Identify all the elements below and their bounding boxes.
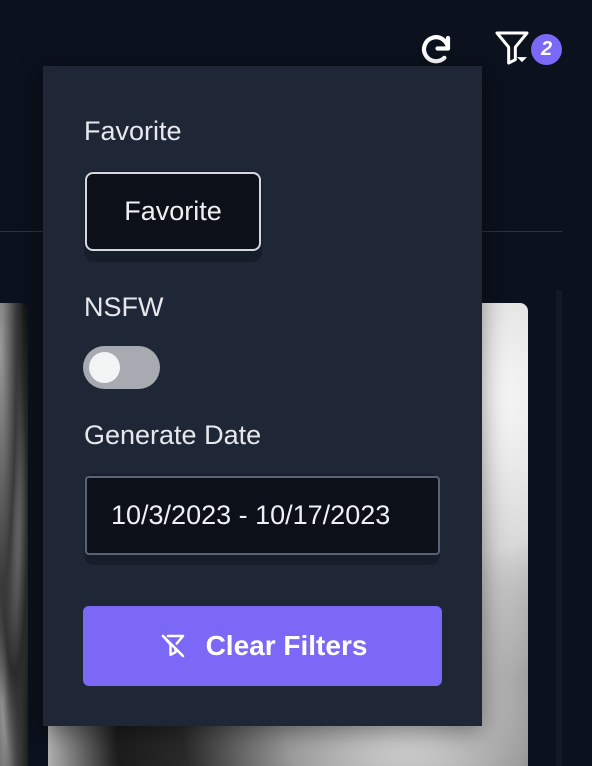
filter-off-icon — [161, 634, 184, 658]
favorite-chip[interactable]: Favorite — [85, 172, 261, 251]
favorite-chip-group: Favorite — [84, 171, 262, 262]
filter-popover: Favorite Favorite NSFW Generate Date 10/… — [43, 66, 482, 726]
clear-filters-button[interactable]: Clear Filters — [83, 606, 442, 686]
scrollbar-track[interactable] — [556, 290, 562, 766]
favorite-label: Favorite — [84, 116, 182, 146]
toggle-knob — [89, 352, 120, 383]
clear-filters-label: Clear Filters — [205, 630, 368, 661]
date-range-group: 10/3/2023 - 10/17/2023 — [84, 474, 440, 565]
date-range-input[interactable]: 10/3/2023 - 10/17/2023 — [85, 476, 440, 555]
refresh-button[interactable] — [416, 30, 456, 70]
refresh-icon — [421, 35, 451, 64]
filter-button[interactable] — [490, 26, 534, 70]
generate-date-label: Generate Date — [84, 420, 262, 450]
filter-count-badge: 2 — [531, 34, 562, 65]
nsfw-label: NSFW — [84, 292, 164, 322]
gallery-image[interactable] — [0, 303, 28, 766]
filter-icon — [495, 31, 529, 65]
nsfw-toggle[interactable] — [83, 346, 160, 389]
